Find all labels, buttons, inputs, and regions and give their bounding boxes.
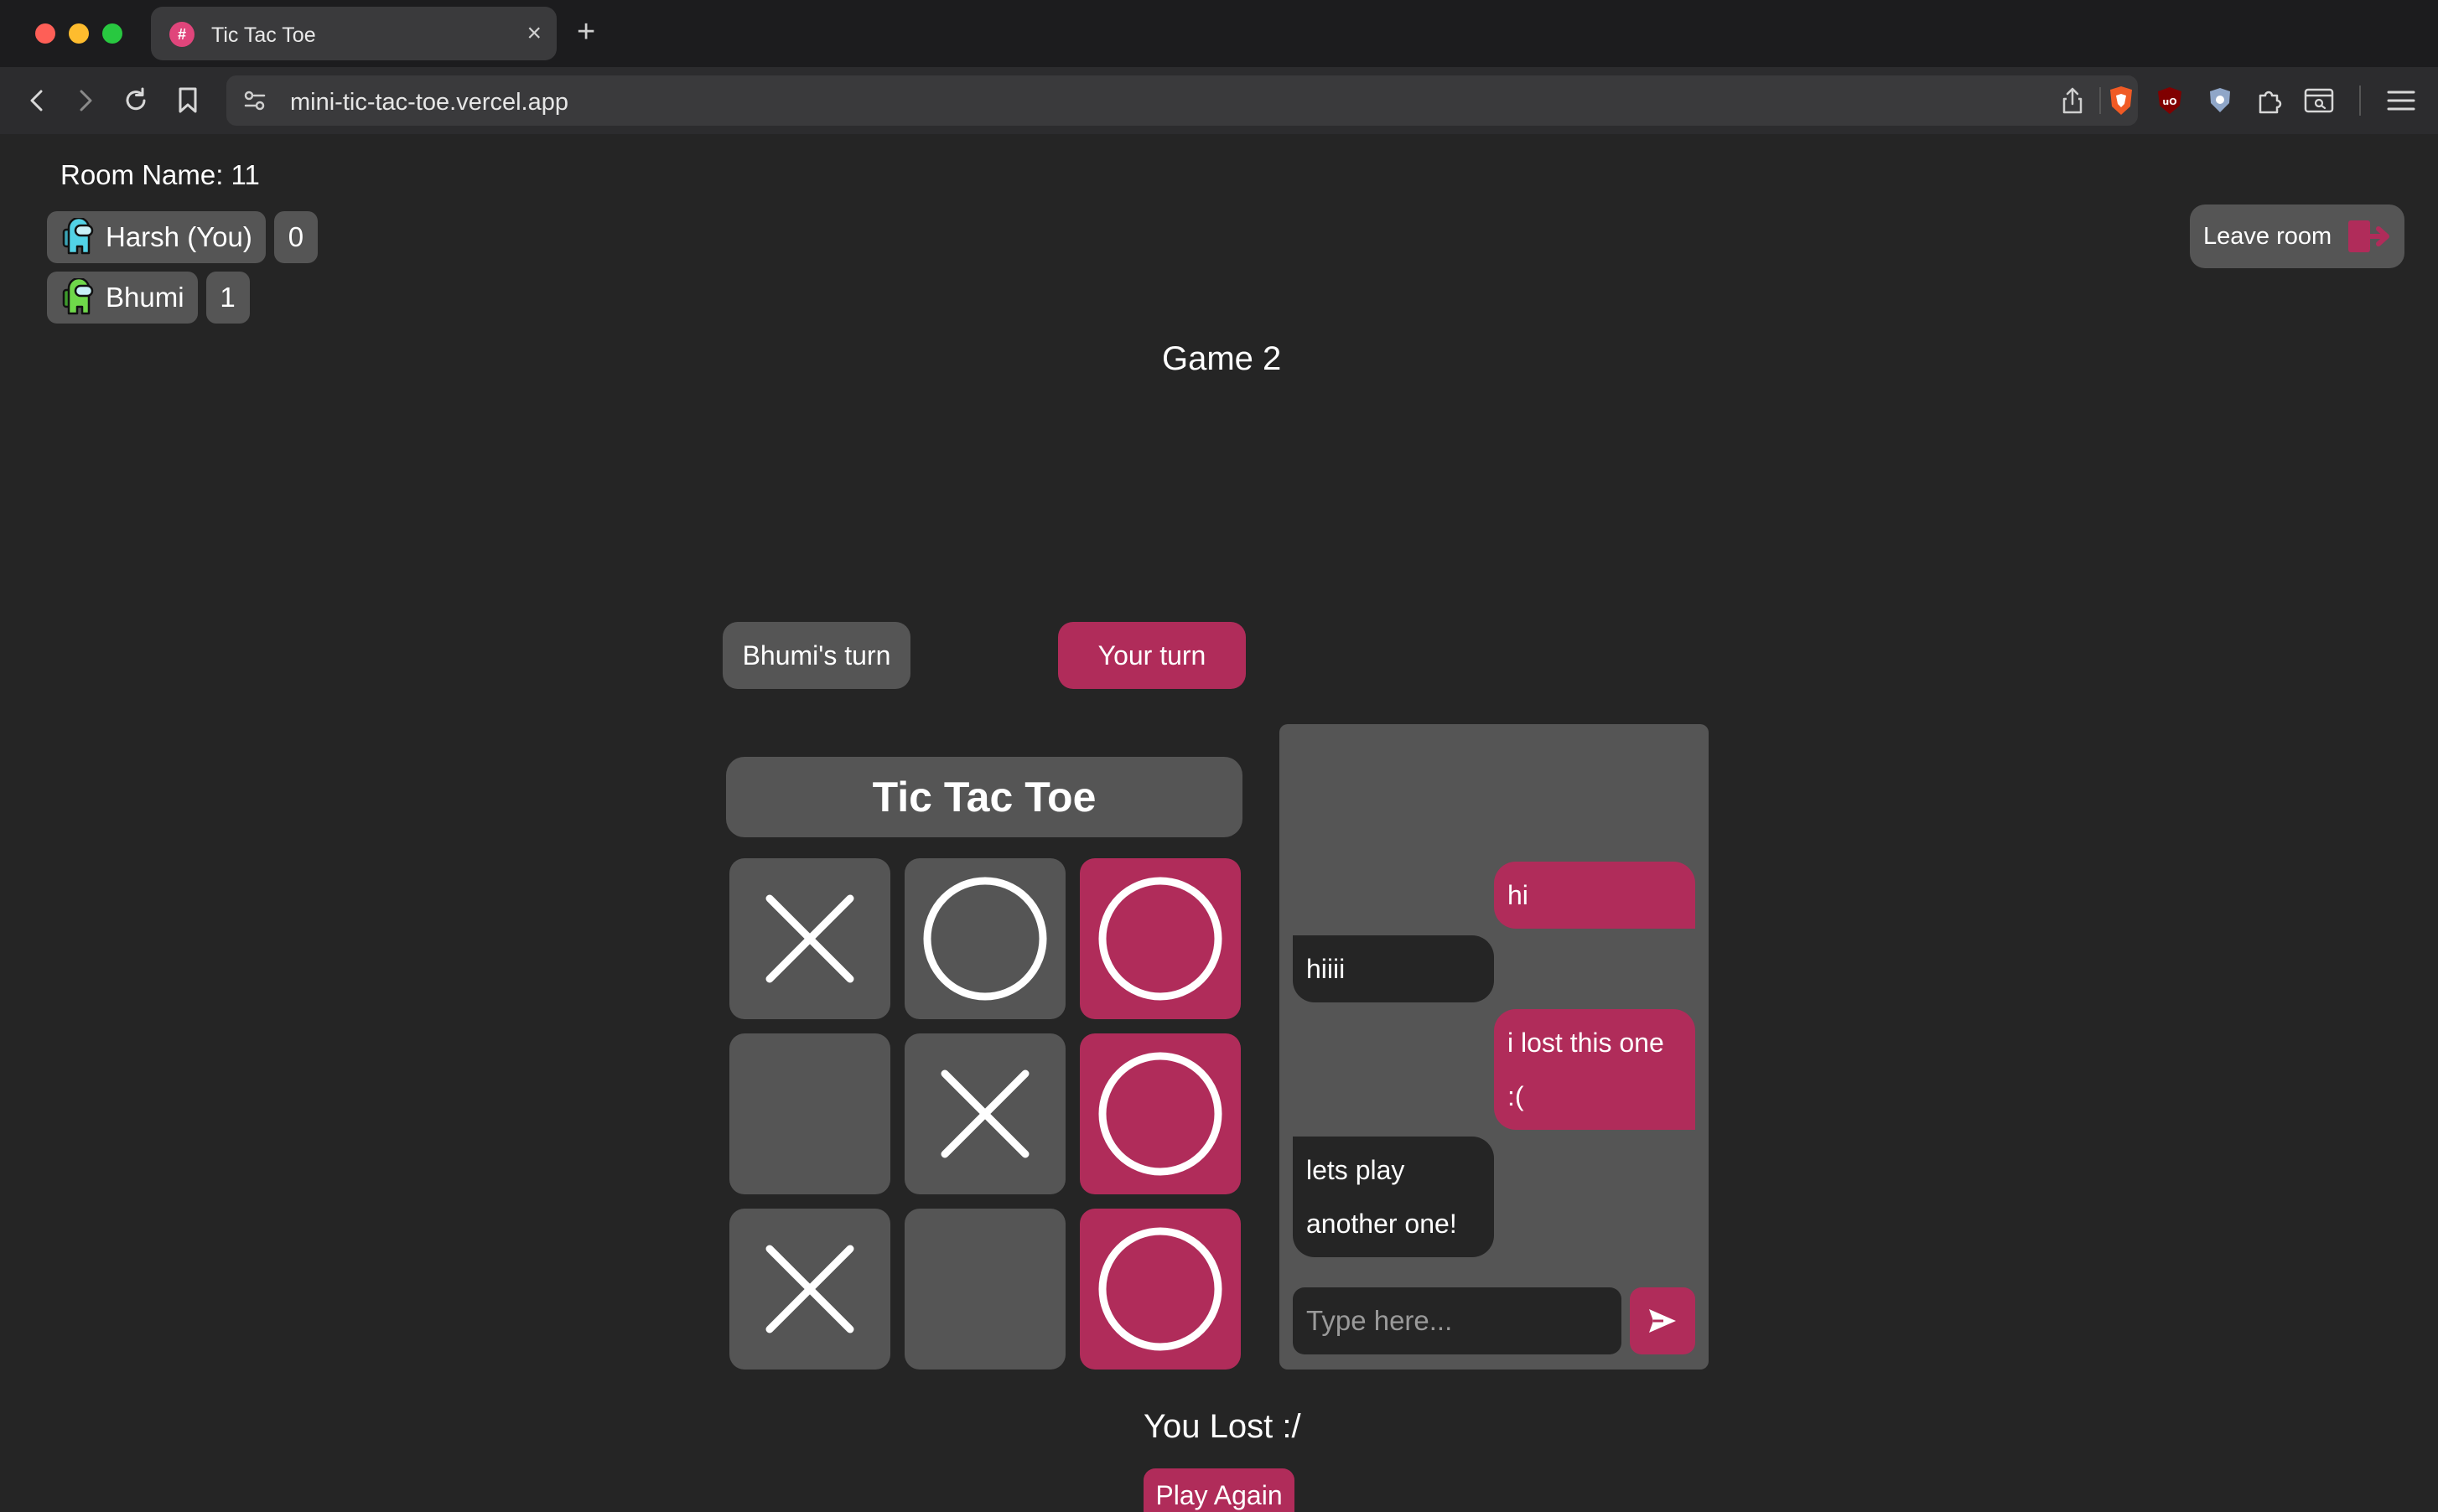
o-mark-icon: [1098, 877, 1222, 1001]
o-mark-icon: [1098, 1227, 1222, 1351]
chat-input[interactable]: [1293, 1287, 1621, 1354]
reader-icon: [2304, 88, 2334, 113]
x-mark-icon: [765, 1245, 854, 1333]
leave-room-label: Leave room: [2203, 222, 2332, 250]
chat-message-received: lets play another one!: [1293, 1137, 1494, 1257]
puzzle-icon: [2259, 91, 2282, 114]
game-result-text: You Lost :/: [1144, 1408, 1301, 1445]
window-maximize-button[interactable]: [102, 23, 122, 44]
board-cell[interactable]: [1080, 1209, 1241, 1370]
your-turn-indicator: Your turn: [1058, 622, 1246, 689]
address-bar[interactable]: mini-tic-tac-toe.vercel.app: [226, 75, 2138, 126]
bookmark-button[interactable]: [169, 82, 206, 119]
svg-text:uO: uO: [2162, 96, 2176, 107]
send-icon: [1649, 1309, 1676, 1333]
crewmate-avatar-icon: [62, 218, 94, 255]
address-bar-divider: [2099, 87, 2101, 114]
board-cell[interactable]: [905, 1209, 1066, 1370]
chat-message-received: hiiii: [1293, 935, 1494, 1002]
player-name-pill: Harsh (You): [47, 211, 266, 263]
player-score: 1: [205, 272, 250, 324]
reload-icon: [126, 87, 146, 111]
o-mark-icon: [1098, 1052, 1222, 1176]
board-cell[interactable]: [905, 1033, 1066, 1194]
browser-tab[interactable]: # Tic Tac Toe ×: [151, 7, 557, 60]
favicon-icon: #: [169, 22, 195, 47]
hamburger-menu-icon: [2387, 91, 2415, 111]
ublock-icon: uO: [2158, 87, 2181, 114]
back-arrow-icon: [30, 90, 43, 111]
chat-message-line: lets play: [1306, 1155, 1405, 1185]
player-row-harsh: Harsh (You) 0: [47, 211, 318, 263]
window-close-button[interactable]: [35, 23, 55, 44]
url-text: mini-tic-tac-toe.vercel.app: [290, 89, 568, 116]
chat-message-text: hi: [1507, 880, 1528, 910]
tab-close-button[interactable]: ×: [527, 18, 542, 49]
ublock-extension-button[interactable]: uO: [2151, 82, 2188, 119]
browser-toolbar: mini-tic-tac-toe.vercel.app uO: [0, 67, 2438, 134]
browser-titlebar: # Tic Tac Toe × +: [0, 0, 2438, 67]
player-name: Harsh (You): [106, 221, 252, 252]
tab-title: Tic Tac Toe: [211, 23, 316, 47]
reader-mode-button[interactable]: [2301, 82, 2337, 119]
board-cell[interactable]: [729, 858, 890, 1019]
window-minimize-button[interactable]: [69, 23, 89, 44]
chat-message-text: hiiii: [1306, 954, 1346, 984]
board-cell[interactable]: [1080, 1033, 1241, 1194]
privacy-extension-button[interactable]: [2202, 82, 2238, 119]
brave-shields-icon[interactable]: [2104, 84, 2138, 117]
board-cell[interactable]: [729, 1033, 890, 1194]
chat-message-sent: hi: [1494, 862, 1695, 929]
board-cell[interactable]: [729, 1209, 890, 1370]
chat-message-line: i lost this one: [1507, 1028, 1664, 1058]
toolbar-divider: [2359, 85, 2361, 116]
board-title: Tic Tac Toe: [726, 757, 1242, 837]
page-content: Room Name: 11 Harsh (You) 0 Bhumi 1 Leav…: [0, 134, 2438, 1512]
menu-button[interactable]: [2383, 82, 2420, 119]
exit-icon: [2348, 220, 2390, 252]
o-mark-icon: [923, 877, 1047, 1001]
player-name-pill: Bhumi: [47, 272, 198, 324]
x-mark-icon: [941, 1069, 1030, 1158]
chat-message-line: :(: [1507, 1081, 1524, 1111]
site-settings-icon: [244, 91, 266, 111]
player-row-bhumi: Bhumi 1: [47, 272, 250, 324]
board-cell[interactable]: [905, 858, 1066, 1019]
play-again-button[interactable]: Play Again: [1144, 1468, 1294, 1512]
opponent-turn-indicator: Bhumi's turn: [723, 622, 910, 689]
shield-icon: [2210, 88, 2230, 112]
game-board: [729, 858, 1241, 1370]
chat-panel: hi hiiii i lost this one :( lets play an…: [1279, 724, 1709, 1370]
board-cell[interactable]: [1080, 858, 1241, 1019]
forward-button[interactable]: [67, 82, 104, 119]
extensions-button[interactable]: [2252, 82, 2289, 119]
send-message-button[interactable]: [1630, 1287, 1695, 1354]
crewmate-avatar-icon: [62, 278, 94, 315]
forward-arrow-icon: [80, 90, 92, 111]
new-tab-button[interactable]: +: [577, 13, 595, 50]
reload-button[interactable]: [117, 82, 154, 119]
leave-room-button[interactable]: Leave room: [2190, 205, 2404, 268]
game-title: Game 2: [1162, 340, 1282, 377]
player-score: 0: [273, 211, 318, 263]
back-button[interactable]: [18, 82, 55, 119]
player-name: Bhumi: [106, 282, 184, 313]
x-mark-icon: [765, 894, 854, 983]
chat-message-sent: i lost this one :(: [1494, 1009, 1695, 1130]
bookmark-icon: [179, 87, 197, 113]
room-name-label: Room Name: 11: [60, 159, 260, 190]
share-icon[interactable]: [2057, 85, 2088, 116]
chat-message-line: another one!: [1306, 1209, 1457, 1239]
